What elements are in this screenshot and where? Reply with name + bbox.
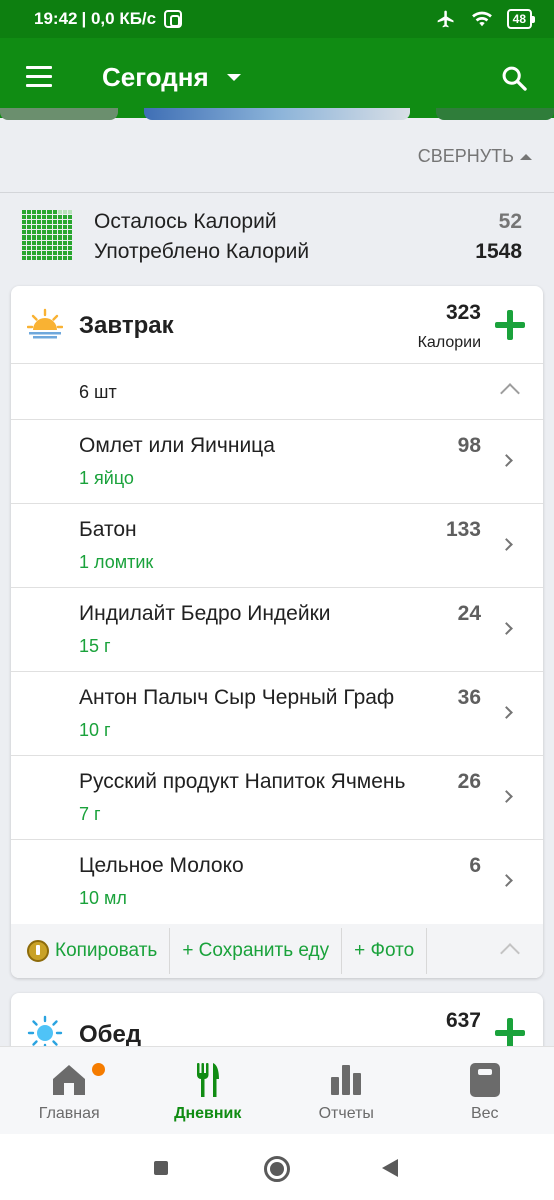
nav-weight[interactable]: Вес	[416, 1047, 554, 1134]
nav-weight-label: Вес	[470, 1105, 499, 1122]
chevron-right-icon	[500, 874, 513, 887]
item-count: 6 шт	[79, 382, 117, 402]
nav-diary-label: Дневник	[174, 1105, 242, 1122]
remaining-value: 52	[498, 210, 522, 233]
food-item[interactable]: Индилайт Бедро Индейки 15 г 24	[11, 588, 543, 672]
food-portion: 10 г	[79, 720, 111, 740]
meal-title: Завтрак	[79, 312, 174, 339]
food-name: Цельное Молоко	[79, 854, 244, 877]
nav-home-label: Главная	[38, 1105, 100, 1122]
sunrise-icon	[27, 308, 63, 339]
chevron-right-icon	[500, 538, 513, 551]
consumed-value: 1548	[475, 240, 522, 263]
calorie-summary: Осталось Калорий 52 Употреблено Калорий …	[0, 206, 554, 268]
coin-icon	[27, 940, 49, 962]
food-calories: 6	[469, 854, 481, 877]
meal-card-breakfast: Завтрак 323 Калории 6 шт Омлет или Яични…	[11, 286, 543, 978]
food-portion: 1 яйцо	[79, 468, 134, 488]
food-portion: 1 ломтик	[79, 552, 154, 572]
menu-icon[interactable]	[26, 66, 52, 87]
page-title: Сегодня	[102, 62, 209, 92]
chevron-up-icon[interactable]	[500, 943, 520, 963]
app-bar: Сегодня	[0, 38, 554, 118]
chevron-right-icon	[500, 790, 513, 803]
food-calories: 36	[457, 686, 481, 709]
meal-calories: 637	[445, 1009, 481, 1032]
tile-image[interactable]	[0, 108, 118, 120]
caret-down-icon	[226, 74, 241, 81]
divider	[0, 192, 554, 193]
calorie-grid-icon	[22, 210, 72, 260]
food-name: Омлет или Яичница	[79, 434, 275, 457]
chevron-right-icon	[500, 454, 513, 467]
copy-label: Копировать	[55, 940, 158, 961]
meal-calories-unit: Калории	[417, 334, 481, 351]
chevron-up-icon	[520, 153, 532, 160]
nav-reports-label: Отчеты	[318, 1105, 374, 1122]
meal-calories: 323	[445, 301, 481, 324]
food-name: Русский продукт Напиток Ячмень	[79, 770, 406, 793]
food-portion: 7 г	[79, 804, 101, 824]
battery-icon: 48	[506, 9, 536, 29]
bottom-navigation: Главная Дневник Отчеты Вес	[0, 1046, 554, 1134]
status-speed: | 0,0 КБ/с	[81, 9, 157, 28]
food-name: Батон	[79, 518, 137, 541]
item-count-row[interactable]: 6 шт	[11, 364, 543, 420]
chevron-right-icon	[500, 622, 513, 635]
save-food-label: + Сохранить еду	[182, 940, 330, 961]
copy-button[interactable]: Копировать	[11, 928, 171, 974]
remaining-label: Осталось Калорий	[94, 210, 277, 233]
food-item[interactable]: Антон Палыч Сыр Черный Граф 10 г 36	[11, 672, 543, 756]
food-calories: 24	[457, 602, 481, 625]
meal-title: Обед	[79, 1021, 142, 1048]
food-item[interactable]: Батон 1 ломтик 133	[11, 504, 543, 588]
search-icon[interactable]	[500, 64, 528, 92]
meal-header[interactable]: Завтрак 323 Калории	[11, 286, 543, 364]
nav-diary[interactable]: Дневник	[139, 1047, 278, 1134]
chevron-up-icon[interactable]	[500, 383, 520, 403]
tile-image[interactable]	[436, 108, 554, 120]
scale-icon	[469, 1063, 500, 1097]
notification-dot	[92, 1063, 105, 1076]
food-calories: 98	[457, 434, 481, 457]
add-food-button[interactable]	[495, 310, 525, 340]
food-calories: 26	[457, 770, 481, 793]
add-food-button[interactable]	[495, 1018, 525, 1048]
app-notification-icon	[164, 10, 183, 28]
collapse-button[interactable]: СВЕРНУТЬ	[418, 146, 532, 167]
nav-reports[interactable]: Отчеты	[277, 1047, 416, 1134]
fork-knife-icon	[196, 1063, 219, 1097]
bar-chart-icon	[331, 1065, 362, 1095]
status-bar: 19:42 | 0,0 КБ/с 48	[0, 0, 554, 38]
food-calories: 133	[445, 518, 481, 541]
food-portion: 15 г	[79, 636, 111, 656]
home-icon	[53, 1065, 86, 1095]
food-item[interactable]: Цельное Молоко 10 мл 6	[11, 840, 543, 924]
status-time: 19:42	[34, 9, 78, 28]
food-portion: 10 мл	[79, 888, 127, 908]
date-selector[interactable]: Сегодня	[102, 62, 241, 93]
recents-icon[interactable]	[154, 1161, 168, 1175]
consumed-label: Употреблено Калорий	[94, 240, 310, 263]
save-food-button[interactable]: + Сохранить еду	[170, 928, 343, 974]
nav-home[interactable]: Главная	[0, 1047, 139, 1134]
chevron-right-icon	[500, 706, 513, 719]
photo-button[interactable]: + Фото	[342, 928, 428, 974]
airplane-icon	[437, 10, 454, 28]
food-name: Индилайт Бедро Индейки	[79, 602, 331, 625]
photo-label: + Фото	[354, 940, 415, 961]
back-icon[interactable]	[382, 1159, 398, 1177]
system-navigation	[0, 1134, 554, 1200]
tile-image[interactable]	[144, 108, 410, 120]
collapse-label: СВЕРНУТЬ	[417, 146, 514, 166]
meal-actions: Копировать + Сохранить еду + Фото	[11, 924, 543, 978]
home-button-icon[interactable]	[264, 1156, 290, 1182]
food-item[interactable]: Русский продукт Напиток Ячмень 7 г 26	[11, 756, 543, 840]
wifi-icon	[471, 11, 492, 27]
food-name: Антон Палыч Сыр Черный Граф	[79, 686, 395, 709]
food-item[interactable]: Омлет или Яичница 1 яйцо 98	[11, 420, 543, 504]
